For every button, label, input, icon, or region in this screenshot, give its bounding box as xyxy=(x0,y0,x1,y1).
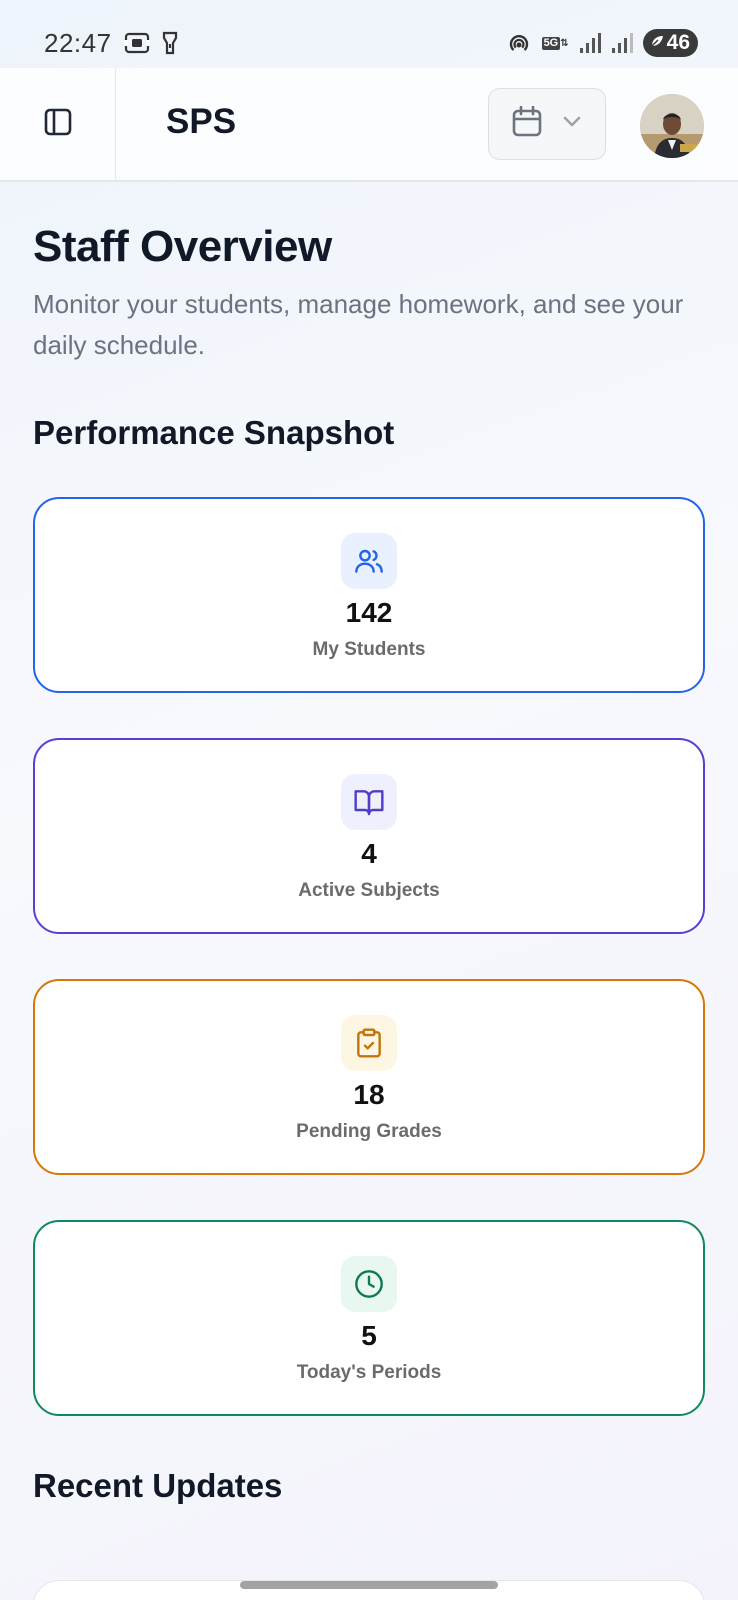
user-avatar[interactable] xyxy=(640,94,704,158)
sidebar-toggle-icon xyxy=(43,107,73,142)
date-picker-button[interactable] xyxy=(488,88,606,160)
stat-card-pending-grades[interactable]: 18 Pending Grades xyxy=(33,979,705,1175)
stat-card-students[interactable]: 142 My Students xyxy=(33,497,705,693)
home-indicator[interactable] xyxy=(240,1581,498,1589)
stat-value: 18 xyxy=(353,1079,385,1110)
stat-value: 5 xyxy=(361,1320,377,1351)
stat-card-subjects[interactable]: 4 Active Subjects xyxy=(33,738,705,934)
sidebar-toggle-button[interactable] xyxy=(0,68,116,180)
page-subtitle: Monitor your students, manage homework, … xyxy=(33,289,684,360)
users-icon xyxy=(341,533,397,589)
chevron-down-icon xyxy=(562,115,582,134)
signal-icon xyxy=(579,32,601,54)
hotspot-icon xyxy=(506,31,532,55)
battery-indicator: 46 xyxy=(642,29,698,57)
battery-icon xyxy=(649,31,665,55)
screen-record-icon xyxy=(123,31,150,55)
stat-value: 4 xyxy=(361,838,377,869)
stat-label: Today's Periods xyxy=(296,1362,442,1383)
network-type-label: 5G ⇅ xyxy=(541,36,569,50)
stat-label: Active Subjects xyxy=(298,880,440,901)
performance-section-title: Performance Snapshot xyxy=(33,414,395,451)
clock-icon xyxy=(341,1256,397,1312)
calendar-icon xyxy=(512,105,542,143)
status-time: 22:47 xyxy=(44,27,112,58)
stat-label: My Students xyxy=(312,639,426,660)
clipboard-check-icon xyxy=(341,1015,397,1071)
flashlight-icon xyxy=(162,31,178,55)
app-header: SPS xyxy=(0,68,738,182)
app-title: SPS xyxy=(166,102,237,141)
stat-value: 142 xyxy=(345,597,393,628)
stat-label: Pending Grades xyxy=(296,1121,442,1142)
recent-updates-title: Recent Updates xyxy=(33,1467,283,1504)
battery-level: 46 xyxy=(666,31,690,54)
signal-icon xyxy=(611,32,633,54)
book-open-icon xyxy=(341,774,397,830)
page-title: Staff Overview xyxy=(33,222,332,271)
stat-card-periods[interactable]: 5 Today's Periods xyxy=(33,1220,705,1416)
